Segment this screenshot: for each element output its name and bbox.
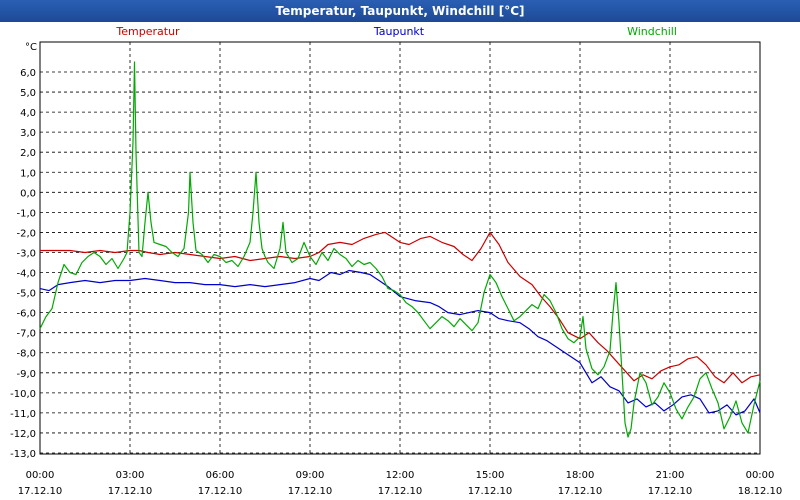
y-tick-label: 2,0 xyxy=(20,148,36,159)
y-tick-label: -3,0 xyxy=(16,248,36,259)
x-tick-time: 00:00 xyxy=(746,470,775,481)
x-tick-time: 09:00 xyxy=(296,470,325,481)
y-tick-label: -10,0 xyxy=(10,389,36,400)
x-tick-time: 15:00 xyxy=(476,470,505,481)
y-tick-label: -8,0 xyxy=(16,349,36,360)
y-axis-unit: °C xyxy=(25,42,37,53)
x-tick-time: 18:00 xyxy=(566,470,595,481)
x-tick-time: 06:00 xyxy=(206,470,235,481)
x-tick-date: 17.12.10 xyxy=(18,486,63,497)
x-tick-date: 17.12.10 xyxy=(198,486,243,497)
y-tick-label: -12,0 xyxy=(10,429,36,440)
x-tick-date: 17.12.10 xyxy=(108,486,153,497)
y-tick-label: -11,0 xyxy=(10,409,36,420)
y-tick-label: -2,0 xyxy=(16,228,36,239)
plot-area: 6,0 5,0 4,0 3,0 2,0 1,0 0,0 -1,0 -2,0 -3,0 -4,0 -5,… xyxy=(0,22,800,500)
x-tick-time: 12:00 xyxy=(386,470,415,481)
x-tick-date: 17.12.10 xyxy=(288,486,333,497)
y-tick-label: 0,0 xyxy=(20,188,36,199)
y-tick-label: -7,0 xyxy=(16,329,36,340)
chart-window: Temperatur, Taupunkt, Windchill [°C] 6,0… xyxy=(0,0,800,500)
y-tick-label: -13,0 xyxy=(10,449,36,460)
y-tick-label: 4,0 xyxy=(20,108,36,119)
line-chart: 6,0 5,0 4,0 3,0 2,0 1,0 0,0 -1,0 -2,0 -3,0 -4,0 -5,… xyxy=(10,25,783,497)
y-tick-label: -9,0 xyxy=(16,369,36,380)
x-tick-time: 03:00 xyxy=(116,470,145,481)
y-tick-label: 3,0 xyxy=(20,128,36,139)
x-tick-time: 21:00 xyxy=(656,470,685,481)
x-tick-date: 17.12.10 xyxy=(558,486,603,497)
x-tick-date: 18.12.10 xyxy=(738,486,783,497)
legend-label-temperatur: Temperatur xyxy=(115,25,180,38)
x-tick-time: 00:00 xyxy=(26,470,55,481)
x-tick-date: 17.12.10 xyxy=(468,486,513,497)
y-tick-label: -1,0 xyxy=(16,208,36,219)
y-tick-label: 1,0 xyxy=(20,168,36,179)
legend-label-taupunkt: Taupunkt xyxy=(373,25,425,38)
y-tick-label: -6,0 xyxy=(16,309,36,320)
y-tick-label: -5,0 xyxy=(16,289,36,300)
y-tick-label: -4,0 xyxy=(16,269,36,280)
legend-label-windchill: Windchill xyxy=(627,25,677,38)
window-title: Temperatur, Taupunkt, Windchill [°C] xyxy=(0,0,800,22)
y-tick-label: 6,0 xyxy=(20,68,36,79)
y-tick-label: 5,0 xyxy=(20,88,36,99)
x-tick-date: 17.12.10 xyxy=(378,486,423,497)
x-tick-date: 17.12.10 xyxy=(648,486,693,497)
